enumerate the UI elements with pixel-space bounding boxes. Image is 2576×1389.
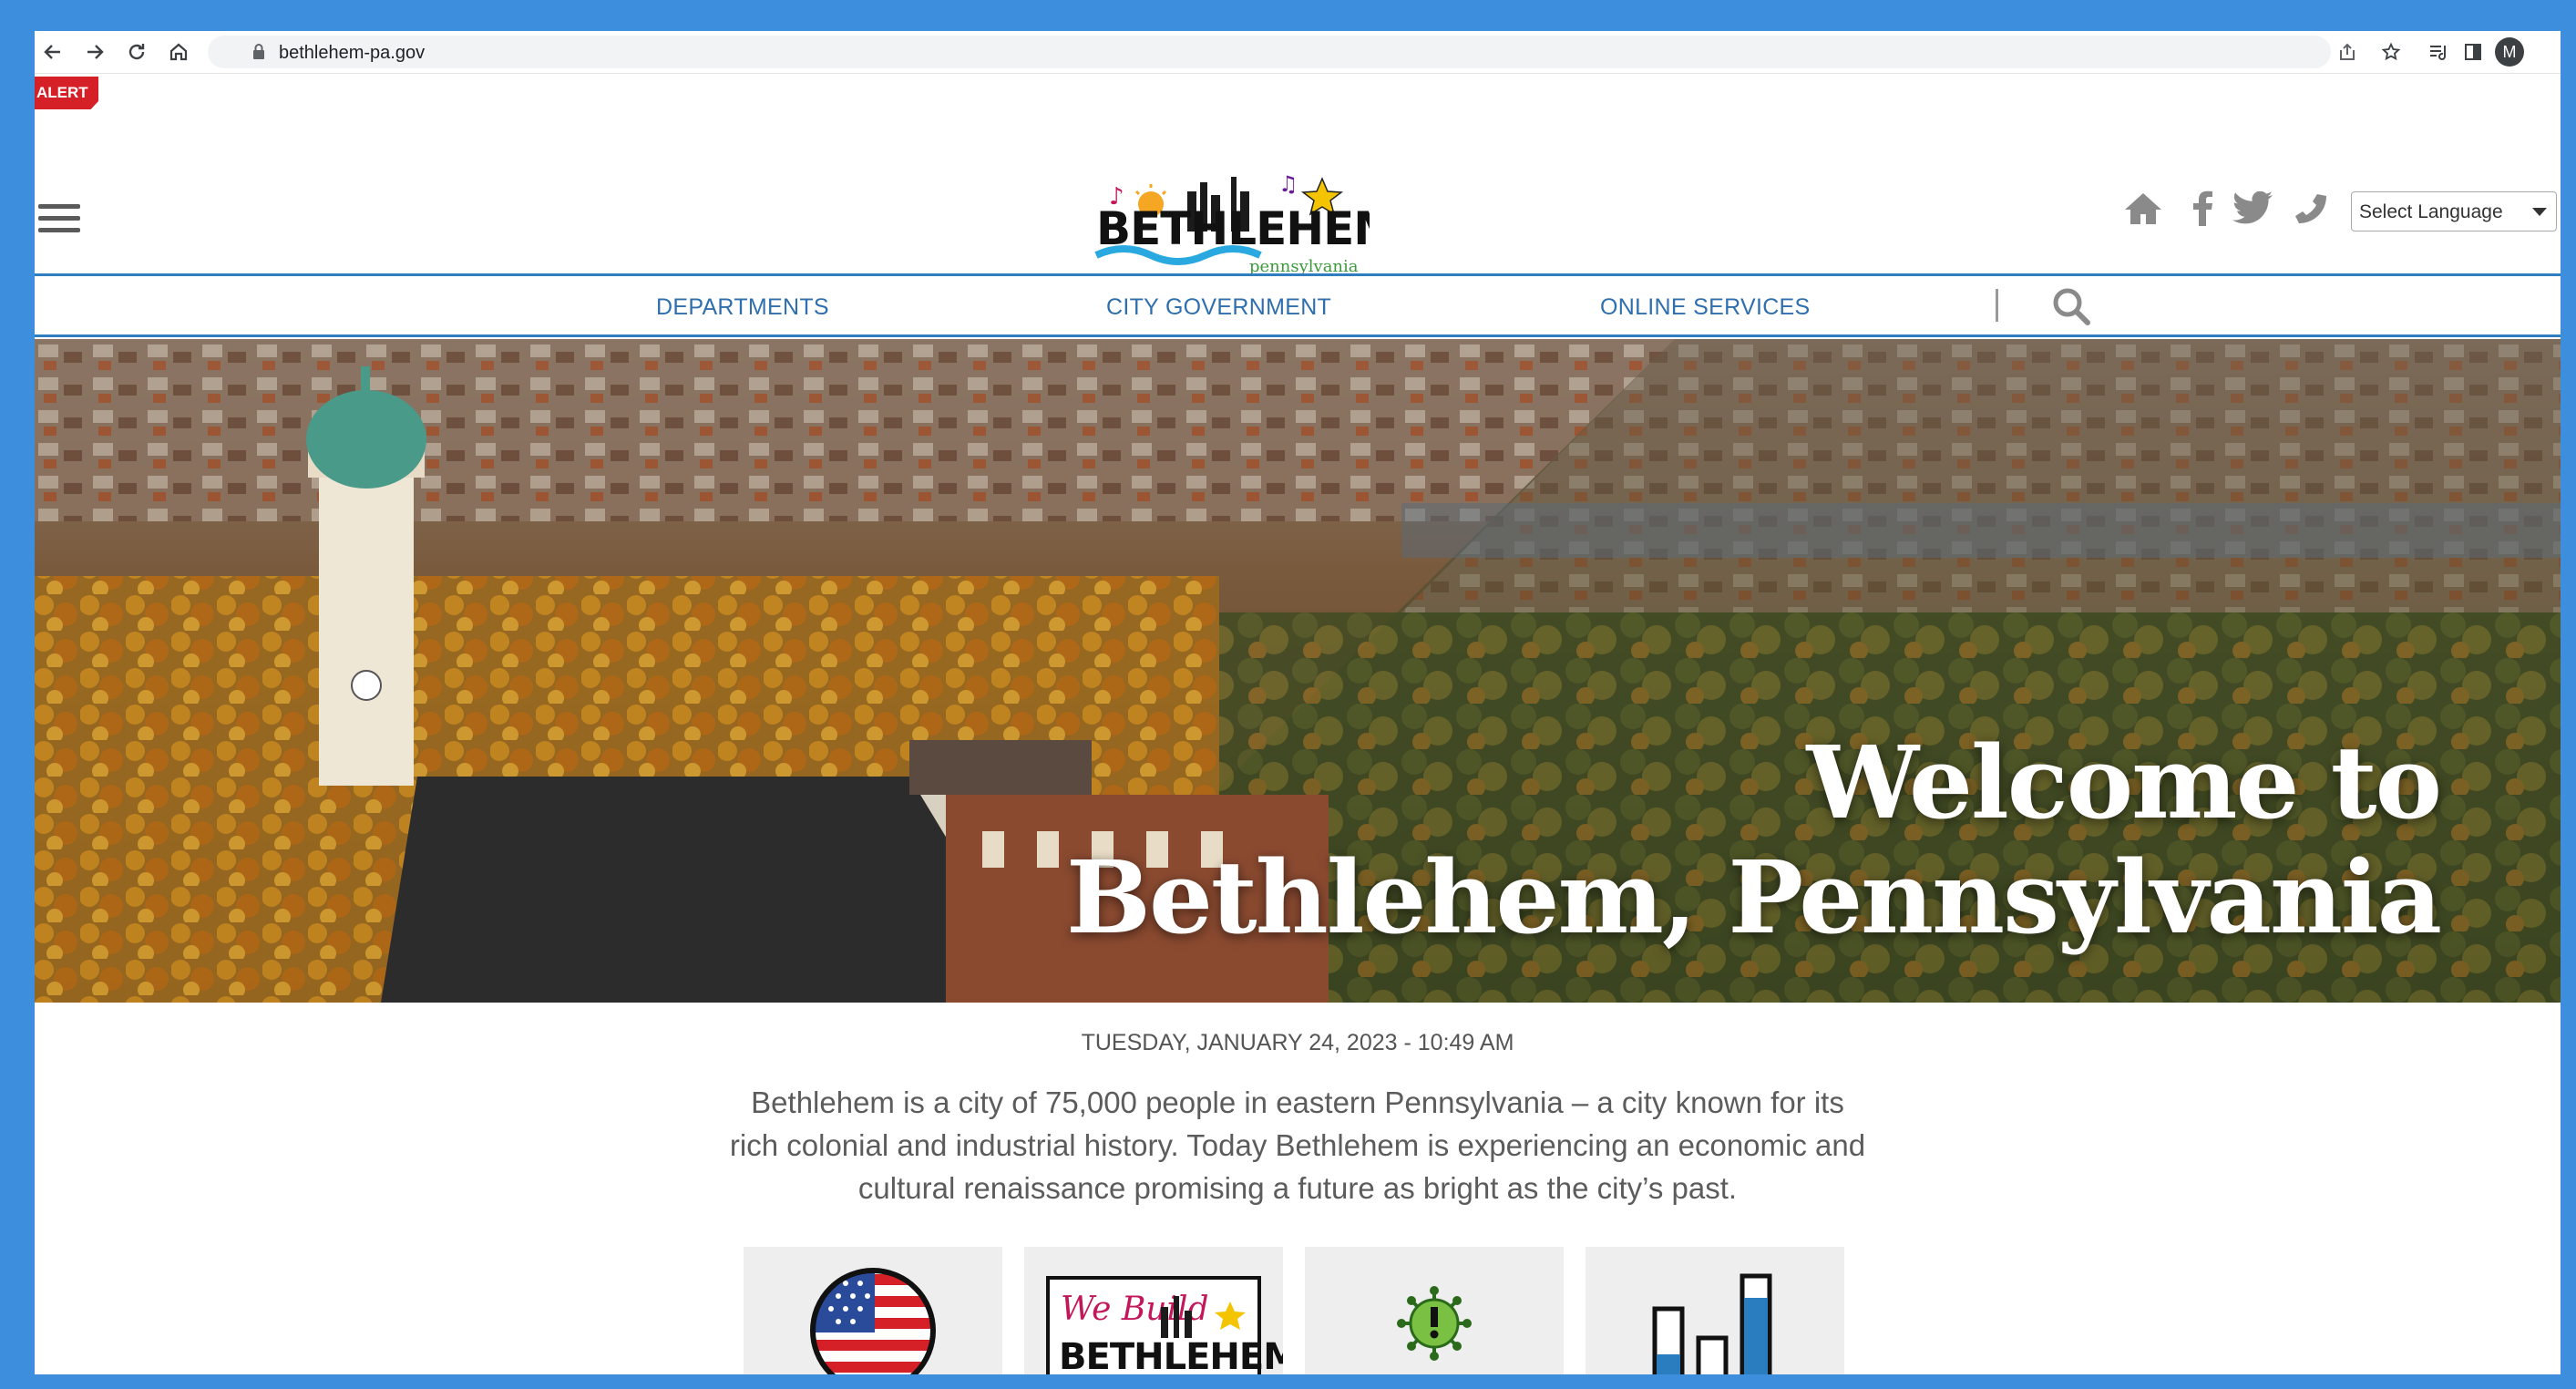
site-header: ♪ ♫ BETHLEHEM pennsylvania Select Langua…	[35, 115, 2561, 276]
language-select[interactable]: Select Language	[2351, 191, 2557, 232]
nav-online-services[interactable]: ONLINE SERVICES	[1600, 294, 1811, 321]
tile-covid-alert[interactable]	[1305, 1247, 1564, 1374]
chevron-down-icon	[2532, 208, 2547, 216]
reading-list-icon[interactable]	[2422, 36, 2455, 68]
alert-tag[interactable]: ALERT	[35, 77, 98, 109]
svg-text:♫: ♫	[1278, 171, 1298, 197]
lock-icon	[251, 43, 266, 66]
tile-we-build-bethlehem[interactable]: We Build BETHLEHEM	[1024, 1247, 1299, 1374]
intro-paragraph: Bethlehem is a city of 75,000 people in …	[729, 1085, 1866, 1205]
american-flag-icon	[810, 1268, 936, 1374]
we-build-bethlehem-logo: We Build BETHLEHEM	[1046, 1276, 1299, 1374]
language-select-label: Select Language	[2359, 201, 2503, 222]
address-bar[interactable]: bethlehem-pa.gov	[208, 36, 2331, 68]
bar-chart-icon	[1652, 1273, 1772, 1374]
star-icon[interactable]	[2375, 36, 2407, 68]
main-navigation: DEPARTMENTS CITY GOVERNMENT ONLINE SERVI…	[35, 273, 2561, 337]
hero-banner: Welcome to Bethlehem, Pennsylvania	[35, 339, 2561, 1003]
tile-flag[interactable]	[744, 1247, 1002, 1374]
reload-icon[interactable]	[120, 36, 153, 68]
svg-text:BETHLEHEM: BETHLEHEM	[1059, 1336, 1283, 1374]
url-text: bethlehem-pa.gov	[279, 43, 426, 63]
profile-avatar[interactable]: M	[2495, 37, 2524, 67]
browser-viewport: bethlehem-pa.gov M ALERT ♪ ♫ BETHLEHEM p…	[35, 31, 2561, 1374]
bethlehem-logo[interactable]: ♪ ♫ BETHLEHEM pennsylvania	[1078, 168, 1399, 277]
side-panel-icon[interactable]	[2457, 36, 2489, 68]
nav-divider	[1996, 289, 1998, 322]
cupola-tower	[306, 366, 426, 786]
twitter-icon[interactable]	[2231, 186, 2274, 230]
share-icon[interactable]	[2331, 36, 2364, 68]
forward-icon[interactable]	[78, 36, 111, 68]
hero-title-line-1: Welcome to	[1806, 724, 2442, 841]
nav-departments[interactable]: DEPARTMENTS	[656, 294, 829, 321]
browser-toolbar: bethlehem-pa.gov M	[35, 31, 2561, 74]
nav-city-government[interactable]: CITY GOVERNMENT	[1106, 294, 1331, 321]
hero-title: Welcome to Bethlehem, Pennsylvania	[1065, 724, 2442, 956]
home-icon[interactable]	[2121, 186, 2165, 230]
phone-icon[interactable]	[2289, 186, 2333, 230]
current-datetime: TUESDAY, JANUARY 24, 2023 - 10:49 AM	[1081, 1030, 1514, 1055]
virus-alert-icon	[1397, 1286, 1472, 1361]
back-icon[interactable]	[36, 36, 69, 68]
search-icon[interactable]	[2050, 285, 2092, 327]
facebook-icon[interactable]	[2181, 186, 2225, 230]
home-icon[interactable]	[162, 36, 195, 68]
hamburger-menu-icon[interactable]	[38, 204, 80, 239]
tile-data-dashboard[interactable]	[1586, 1247, 1844, 1374]
hero-title-line-2: Bethlehem, Pennsylvania	[1065, 839, 2442, 956]
